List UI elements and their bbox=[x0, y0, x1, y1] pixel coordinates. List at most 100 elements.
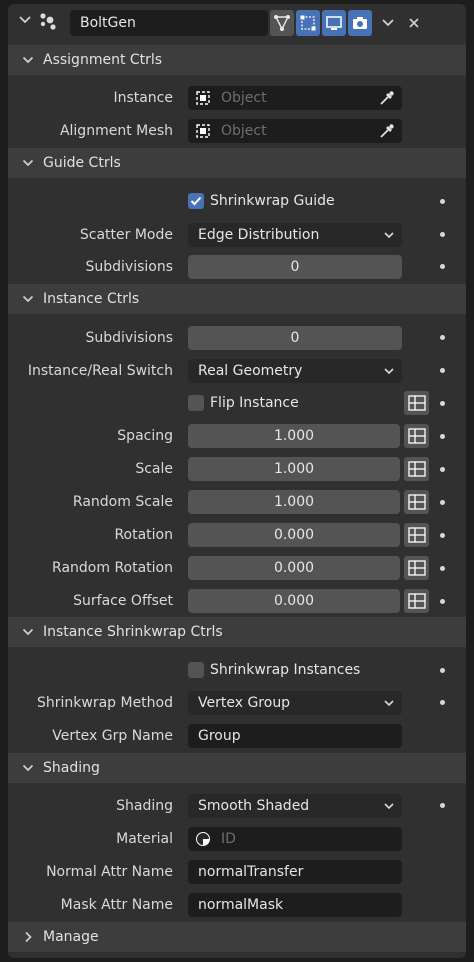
instance-subdivisions-field[interactable]: 0 bbox=[188, 326, 402, 350]
animate-dot-icon[interactable] bbox=[440, 566, 445, 571]
shrinkwrap-instances-checkbox[interactable]: Shrinkwrap Instances bbox=[188, 660, 360, 680]
scale-field[interactable]: 1.000 bbox=[188, 457, 400, 481]
surface-offset-field[interactable]: 0.000 bbox=[188, 589, 400, 613]
shrinkwrap-guide-checkbox[interactable]: Shrinkwrap Guide bbox=[188, 191, 335, 211]
guide-subdivisions-label: Subdivisions bbox=[85, 259, 173, 275]
chevron-down-icon bbox=[22, 295, 34, 303]
modifier-header: BoltGen bbox=[8, 4, 466, 38]
vertex-group-label: Vertex Grp Name bbox=[52, 728, 173, 744]
keyframe-toggle-icon bbox=[407, 593, 426, 609]
chevron-down-icon bbox=[384, 232, 394, 239]
section-title: Guide Ctrls bbox=[43, 155, 121, 171]
chevron-down-icon bbox=[22, 159, 34, 167]
instance-switch-value: Real Geometry bbox=[198, 363, 303, 379]
normal-attr-input[interactable]: normalTransfer bbox=[188, 860, 402, 884]
collapse-chevron-icon[interactable] bbox=[18, 12, 32, 28]
select-icon bbox=[300, 15, 316, 31]
animate-dot-icon[interactable] bbox=[440, 700, 445, 705]
alignment-mesh-field[interactable]: Object bbox=[188, 119, 402, 143]
shrinkwrap-method-label: Shrinkwrap Method bbox=[36, 695, 173, 711]
instance-object-field[interactable]: Object bbox=[188, 86, 402, 110]
section-guide[interactable]: Guide Ctrls bbox=[8, 148, 466, 178]
alignment-mesh-label: Alignment Mesh bbox=[59, 123, 173, 139]
shrinkwrap-guide-label: Shrinkwrap Guide bbox=[210, 193, 335, 209]
scatter-mode-dropdown[interactable]: Edge Distribution bbox=[188, 223, 402, 247]
material-placeholder: ID bbox=[221, 831, 236, 847]
geometry-nodes-button[interactable] bbox=[270, 10, 294, 36]
animate-dot-icon[interactable] bbox=[440, 199, 445, 204]
guide-subdivisions-field[interactable]: 0 bbox=[188, 255, 402, 279]
input-socket-toggle[interactable] bbox=[404, 490, 429, 514]
eyedropper-icon[interactable] bbox=[378, 89, 396, 107]
animate-dot-icon[interactable] bbox=[440, 401, 445, 406]
material-field[interactable]: ID bbox=[188, 827, 402, 851]
scale-label: Scale bbox=[135, 461, 173, 477]
object-icon bbox=[196, 91, 210, 105]
section-title: Shading bbox=[43, 760, 100, 776]
chevron-right-icon bbox=[25, 931, 32, 943]
animate-dot-icon[interactable] bbox=[440, 368, 445, 373]
checkbox-unchecked[interactable] bbox=[188, 662, 204, 678]
animate-dot-icon[interactable] bbox=[440, 264, 445, 269]
checkmark-icon bbox=[190, 196, 202, 206]
keyframe-toggle-icon bbox=[407, 527, 426, 543]
instance-switch-dropdown[interactable]: Real Geometry bbox=[188, 359, 402, 383]
spacing-field[interactable]: 1.000 bbox=[188, 424, 400, 448]
animate-dot-icon[interactable] bbox=[440, 803, 445, 808]
random-scale-field[interactable]: 1.000 bbox=[188, 490, 400, 514]
object-icon bbox=[196, 124, 210, 138]
checkbox-unchecked[interactable] bbox=[188, 395, 204, 411]
rotation-field[interactable]: 0.000 bbox=[188, 523, 400, 547]
keyframe-toggle-icon bbox=[407, 494, 426, 510]
close-icon bbox=[409, 18, 419, 28]
section-title: Assignment Ctrls bbox=[43, 52, 163, 68]
animate-dot-icon[interactable] bbox=[440, 599, 445, 604]
section-instance[interactable]: Instance Ctrls bbox=[8, 284, 466, 314]
section-shrinkwrap[interactable]: Instance Shrinkwrap Ctrls bbox=[8, 617, 466, 647]
vertex-group-input[interactable]: Group bbox=[188, 724, 402, 748]
node-dots-icon bbox=[40, 13, 56, 30]
viewport-icon bbox=[326, 16, 342, 30]
chevron-down-icon bbox=[22, 764, 34, 772]
input-socket-toggle[interactable] bbox=[404, 424, 429, 448]
animate-dot-icon[interactable] bbox=[440, 434, 445, 439]
chevron-down-icon bbox=[384, 368, 394, 375]
checkbox-checked[interactable] bbox=[188, 193, 204, 209]
input-socket-toggle[interactable] bbox=[404, 556, 429, 580]
modifier-panel: BoltGen Assignment Ctrls Instance Object… bbox=[8, 4, 466, 958]
section-title: Instance Shrinkwrap Ctrls bbox=[43, 624, 223, 640]
animate-dot-icon[interactable] bbox=[440, 668, 445, 673]
section-assignment[interactable]: Assignment Ctrls bbox=[8, 45, 466, 75]
eyedropper-icon[interactable] bbox=[378, 122, 396, 140]
animate-dot-icon[interactable] bbox=[440, 533, 445, 538]
remove-modifier-button[interactable] bbox=[402, 10, 426, 36]
shrinkwrap-method-value: Vertex Group bbox=[198, 695, 291, 711]
input-socket-toggle[interactable] bbox=[404, 523, 429, 547]
edit-mode-toggle[interactable] bbox=[296, 10, 320, 36]
animate-dot-icon[interactable] bbox=[440, 467, 445, 472]
modifier-name-input[interactable]: BoltGen bbox=[70, 10, 268, 36]
surface-offset-label: Surface Offset bbox=[73, 593, 173, 609]
random-scale-label: Random Scale bbox=[72, 494, 173, 510]
animate-dot-icon[interactable] bbox=[440, 232, 445, 237]
animate-dot-icon[interactable] bbox=[440, 335, 445, 340]
input-socket-toggle[interactable] bbox=[404, 589, 429, 613]
flip-instance-checkbox[interactable]: Flip Instance bbox=[188, 393, 299, 413]
instance-placeholder: Object bbox=[221, 90, 267, 106]
animate-dot-icon[interactable] bbox=[440, 500, 445, 505]
shrinkwrap-method-dropdown[interactable]: Vertex Group bbox=[188, 691, 402, 715]
shrinkwrap-instances-label: Shrinkwrap Instances bbox=[210, 662, 361, 678]
section-shading[interactable]: Shading bbox=[8, 753, 466, 783]
modifier-menu-button[interactable] bbox=[376, 10, 400, 36]
instance-switch-label: Instance/Real Switch bbox=[27, 363, 173, 379]
input-socket-toggle[interactable] bbox=[404, 391, 429, 415]
viewport-toggle[interactable] bbox=[322, 10, 346, 36]
input-socket-toggle[interactable] bbox=[404, 457, 429, 481]
keyframe-toggle-icon bbox=[407, 560, 426, 576]
mask-attr-input[interactable]: normalMask bbox=[188, 893, 402, 917]
section-manage[interactable]: Manage bbox=[8, 922, 466, 952]
geometry-nodes-icon bbox=[274, 15, 290, 31]
shading-dropdown[interactable]: Smooth Shaded bbox=[188, 794, 402, 818]
render-toggle[interactable] bbox=[348, 10, 372, 36]
random-rotation-field[interactable]: 0.000 bbox=[188, 556, 400, 580]
